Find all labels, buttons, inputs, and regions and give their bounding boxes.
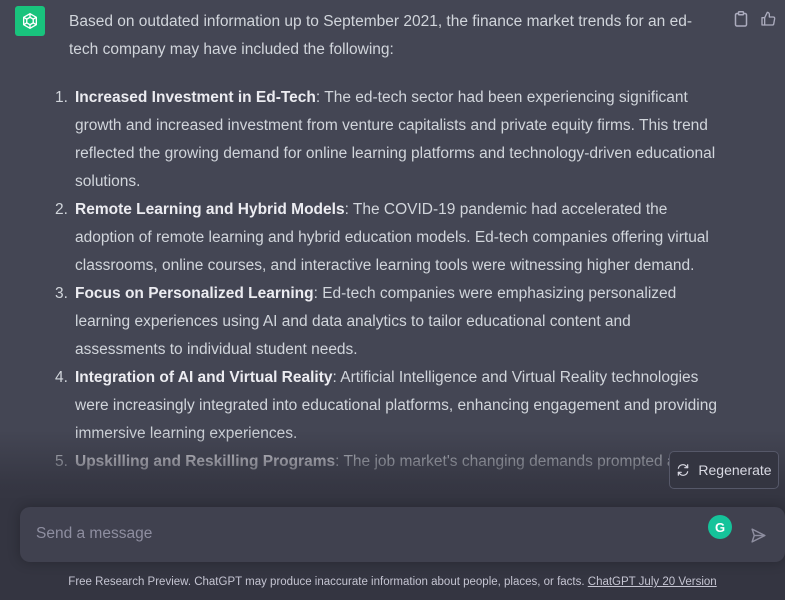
list-item: 4. Integration of AI and Virtual Reality:… (48, 364, 718, 448)
message-input[interactable]: Send a message G (20, 507, 785, 562)
footer-disclaimer: Free Research Preview. ChatGPT may produ… (0, 576, 785, 588)
list-number: 4. (55, 369, 68, 386)
chat-window: Based on outdated information up to Sept… (0, 0, 785, 600)
list-item: 5. Upskilling and Reskilling Programs: Th… (48, 448, 718, 476)
version-link[interactable]: ChatGPT July 20 Version (588, 576, 717, 588)
footer-text: Free Research Preview. ChatGPT may produ… (68, 576, 588, 588)
list-item: 3. Focus on Personalized Learning: Ed-tec… (48, 280, 718, 364)
list-item-title: Integration of AI and Virtual Reality (75, 369, 333, 386)
list-number: 5. (55, 453, 68, 470)
list-item-title: Remote Learning and Hybrid Models (75, 201, 345, 218)
regenerate-label: Regenerate (698, 462, 772, 478)
message-actions (732, 10, 777, 28)
regenerate-button[interactable]: Regenerate (669, 451, 779, 489)
list-number: 3. (55, 285, 68, 302)
list-number: 1. (55, 89, 68, 106)
send-icon (750, 527, 766, 543)
list-item-title: Upskilling and Reskilling Programs (75, 453, 336, 470)
refresh-icon (676, 463, 690, 477)
list-item: 2. Remote Learning and Hybrid Models: The… (48, 196, 718, 280)
list-number: 2. (55, 201, 68, 218)
clipboard-icon[interactable] (732, 10, 750, 28)
message-input-placeholder: Send a message (36, 525, 153, 542)
list-item-title: Increased Investment in Ed-Tech (75, 89, 316, 106)
thumbs-up-icon[interactable] (759, 10, 777, 28)
assistant-intro-text: Based on outdated information up to Sept… (69, 13, 692, 58)
trend-list: 1. Increased Investment in Ed-Tech: The e… (48, 84, 718, 476)
grammarly-icon[interactable]: G (708, 515, 732, 539)
list-item: 1. Increased Investment in Ed-Tech: The e… (48, 84, 718, 196)
chatgpt-avatar-icon (15, 6, 45, 36)
list-item-title: Focus on Personalized Learning (75, 285, 314, 302)
list-item-text: : The job market's changing demands prom… (335, 453, 676, 470)
send-button[interactable] (748, 525, 768, 545)
grammarly-letter: G (714, 519, 726, 535)
